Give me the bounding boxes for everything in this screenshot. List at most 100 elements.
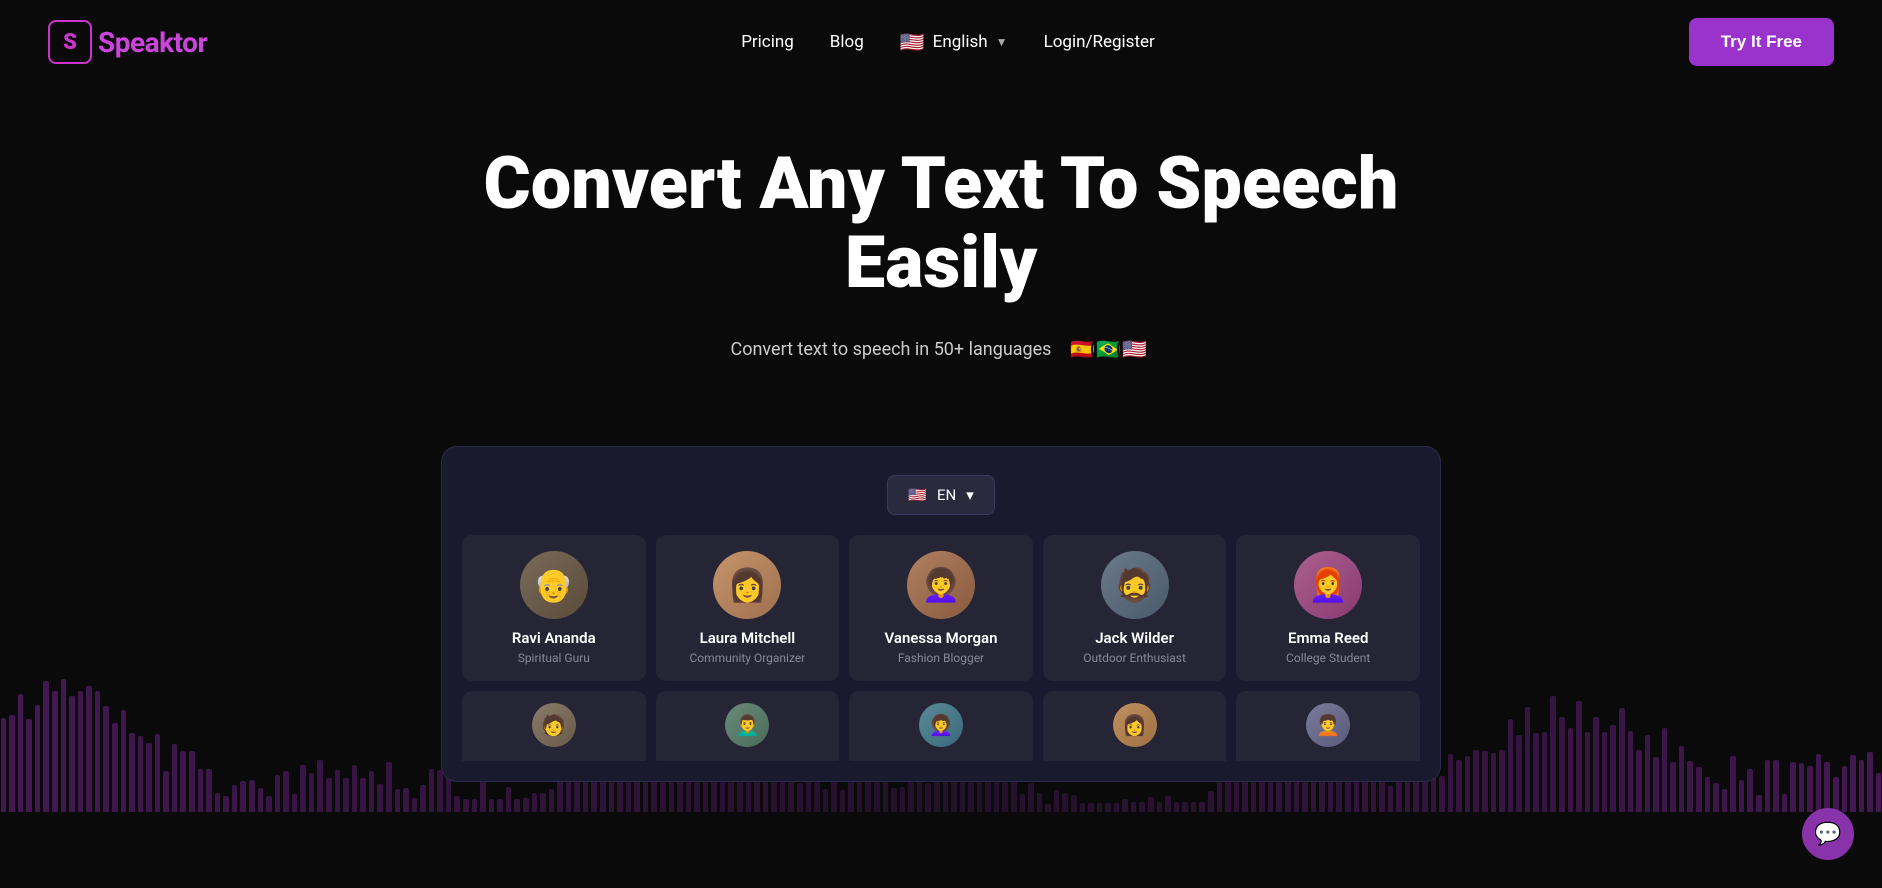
voice-role-laura: Community Organizer [668, 651, 828, 665]
wave-bar [463, 799, 469, 813]
pricing-link[interactable]: Pricing [741, 32, 794, 52]
hero-title: Convert Any Text To Speech Easily [391, 144, 1491, 302]
voice-card-v7[interactable]: 👨‍🦱 [656, 691, 840, 761]
wave-bar [883, 781, 889, 812]
wave-bar [1165, 796, 1171, 812]
wave-bar [472, 799, 478, 813]
voice-card-v9[interactable]: 👩 [1043, 691, 1227, 761]
wave-bar [249, 780, 255, 812]
voice-card-vanessa[interactable]: 👩‍🦱 Vanessa Morgan Fashion Blogger [849, 535, 1033, 681]
wave-bar [865, 778, 871, 812]
panel-lang-chevron: ▾ [966, 486, 974, 504]
lang-flag: 🇺🇸 [900, 30, 925, 54]
voice-card-v8[interactable]: 👩‍🦱 [849, 691, 1033, 761]
language-selector[interactable]: 🇺🇸 English ▼ [900, 30, 1008, 54]
wave-bar [1131, 802, 1137, 812]
wave-bar [1157, 802, 1163, 812]
wave-bar [823, 789, 829, 813]
wave-bar [1268, 781, 1274, 812]
avatar-laura: 👩 [713, 551, 781, 619]
wave-bar [1122, 799, 1128, 813]
wave-bar [1028, 783, 1034, 813]
wave-bar [1174, 802, 1180, 812]
wave-bar [900, 787, 906, 812]
chat-bubble-button[interactable]: 💬 [1802, 808, 1854, 860]
logo-text: Speaktor [98, 26, 207, 59]
wave-bar [1148, 797, 1154, 813]
navbar: S Speaktor Pricing Blog 🇺🇸 English ▼ Log… [0, 0, 1882, 84]
wave-bar [797, 783, 803, 812]
panel-lang-flag: 🇺🇸 [908, 486, 927, 504]
voice-role-ravi: Spiritual Guru [474, 651, 634, 665]
wave-bar [1713, 783, 1719, 813]
wave-bar [934, 781, 940, 812]
wave-bar [1311, 779, 1317, 812]
wave-bar [1114, 803, 1120, 813]
wave-bar [420, 785, 426, 812]
hero-subtitle-row: Convert text to speech in 50+ languages … [20, 332, 1862, 366]
nav-item-pricing[interactable]: Pricing [741, 32, 794, 52]
nav-item-login[interactable]: Login/Register [1044, 32, 1155, 52]
wave-bar [968, 777, 974, 812]
voice-name-jack: Jack Wilder [1055, 629, 1215, 647]
wave-bar [514, 799, 520, 812]
wave-bar [1045, 804, 1051, 813]
wave-bar [1782, 794, 1788, 812]
wave-bar [403, 788, 409, 812]
wave-bar [1739, 780, 1745, 812]
avatar-v8: 👩‍🦱 [919, 703, 963, 747]
wave-bar [1722, 789, 1728, 813]
wave-bar [1097, 803, 1103, 812]
voice-panel: 🇺🇸 EN ▾ 👴 Ravi Ananda Spiritual Guru 👩 L… [441, 446, 1441, 782]
wave-bar [1002, 779, 1008, 813]
wave-bar [480, 780, 486, 812]
chevron-down-icon: ▼ [996, 35, 1008, 49]
wave-bar [1217, 781, 1223, 813]
nav-item-blog[interactable]: Blog [830, 32, 864, 52]
main-section: Convert Any Text To Speech Easily Conver… [0, 84, 1882, 812]
wave-bar [549, 789, 555, 813]
wave-bar [454, 796, 460, 813]
wave-bar [343, 778, 349, 813]
voice-card-v6[interactable]: 🧑 [462, 691, 646, 761]
wave-bar [1208, 791, 1214, 812]
wave-bar [1405, 778, 1411, 812]
avatar-jack: 🧔 [1101, 551, 1169, 619]
wave-bar [1020, 794, 1026, 812]
voice-card-ravi[interactable]: 👴 Ravi Ananda Spiritual Guru [462, 535, 646, 681]
voice-card-v10[interactable]: 🧑‍🦱 [1236, 691, 1420, 761]
wave-bar [908, 778, 914, 812]
wave-bar [1062, 793, 1068, 812]
wave-bar [1011, 780, 1017, 813]
wave-bar [489, 799, 495, 812]
wave-bar [232, 785, 238, 812]
wave-bar [215, 793, 221, 812]
logo-letter: S [63, 30, 77, 55]
wave-bar [985, 778, 991, 812]
wave-bar [1182, 802, 1188, 813]
hero-subtitle-text: Convert text to speech in 50+ languages [731, 339, 1052, 360]
wave-bar [840, 790, 846, 812]
avatar-v9: 👩 [1113, 703, 1157, 747]
voice-card-laura[interactable]: 👩 Laura Mitchell Community Organizer [656, 535, 840, 681]
wave-bar [1191, 802, 1197, 813]
panel-section: 🇺🇸 EN ▾ 👴 Ravi Ananda Spiritual Guru 👩 L… [0, 446, 1882, 782]
try-free-button[interactable]: Try It Free [1689, 18, 1834, 66]
wave-bar [532, 793, 538, 812]
logo-icon: S [48, 20, 92, 64]
avatar-v7: 👨‍🦱 [725, 703, 769, 747]
login-link[interactable]: Login/Register [1044, 32, 1155, 52]
panel-lang-dropdown[interactable]: 🇺🇸 EN ▾ [887, 475, 994, 515]
wave-bar [395, 789, 401, 812]
voice-card-emma[interactable]: 👩‍🦰 Emma Reed College Student [1236, 535, 1420, 681]
wave-bar [1037, 793, 1043, 812]
blog-link[interactable]: Blog [830, 32, 864, 52]
avatar-vanessa: 👩‍🦱 [907, 551, 975, 619]
voice-role-emma: College Student [1248, 651, 1408, 665]
wave-bar [540, 793, 546, 813]
wave-bar [1105, 803, 1111, 813]
wave-bar [523, 798, 529, 812]
panel-lang-selector-wrap: 🇺🇸 EN ▾ [462, 475, 1420, 515]
voice-card-jack[interactable]: 🧔 Jack Wilder Outdoor Enthusiast [1043, 535, 1227, 681]
logo[interactable]: S Speaktor [48, 20, 207, 64]
